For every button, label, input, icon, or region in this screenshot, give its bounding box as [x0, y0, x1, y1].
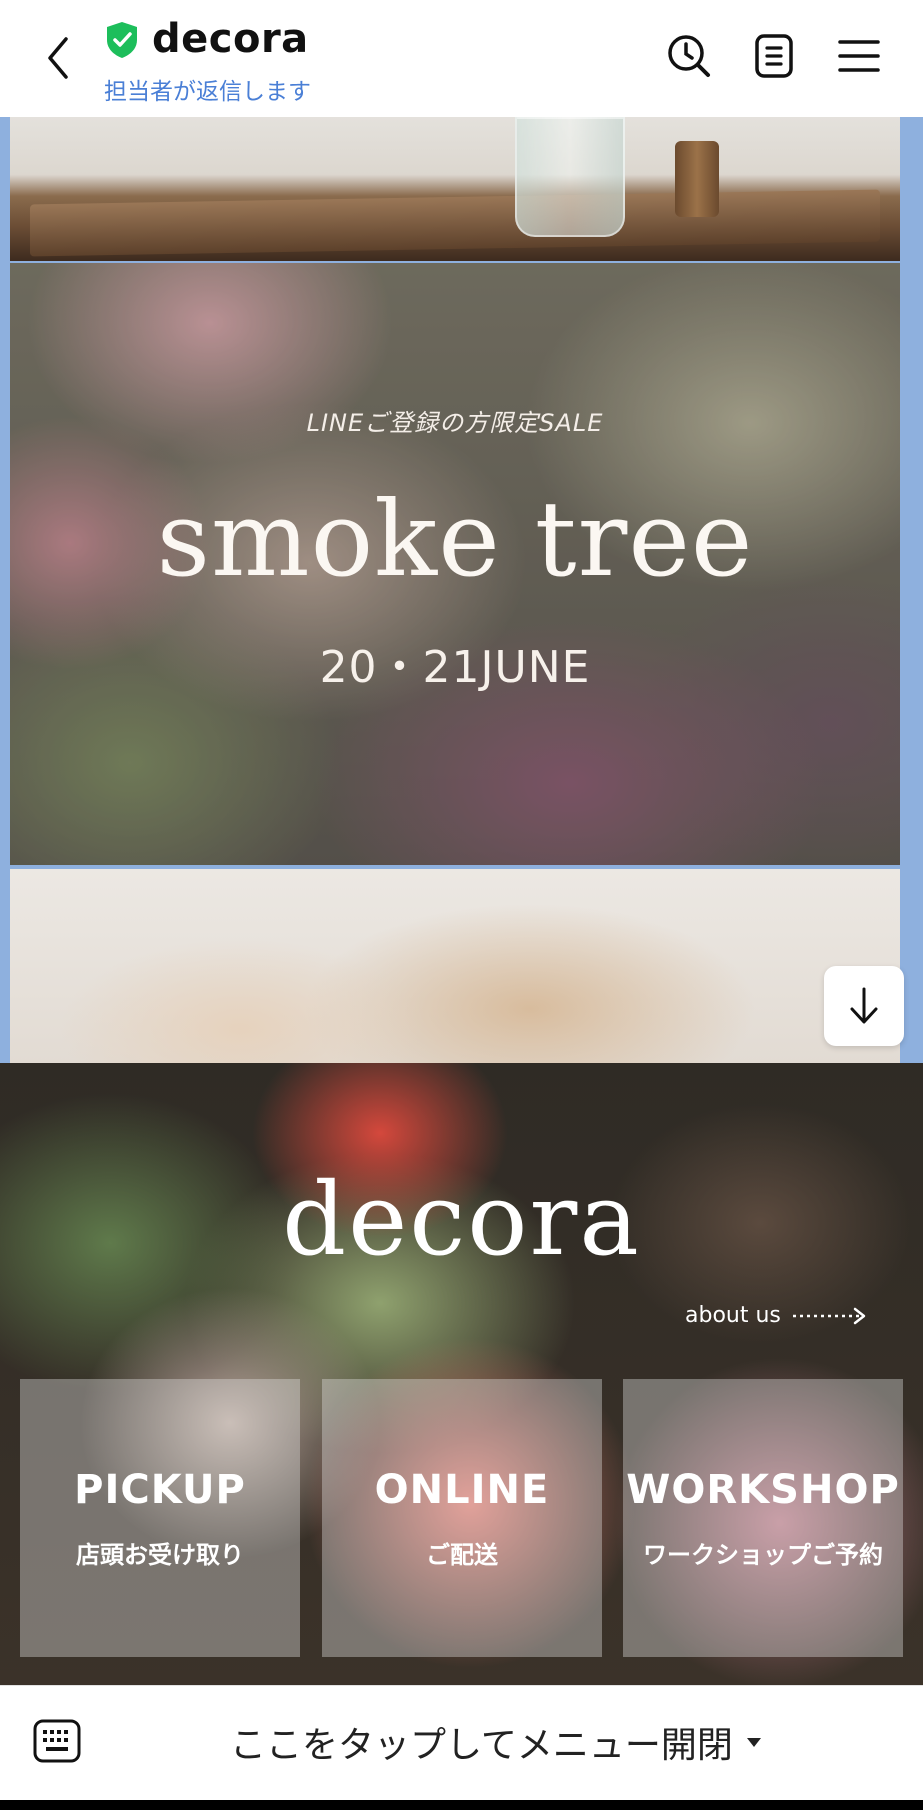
pickup-tile[interactable]: PICKUP 店頭お受け取り	[20, 1379, 300, 1657]
pickup-subtitle: 店頭お受け取り	[76, 1540, 244, 1569]
pickup-title: PICKUP	[74, 1466, 246, 1513]
dotted-arrow-icon	[792, 1307, 866, 1324]
caret-down-icon	[746, 1737, 761, 1747]
online-title: ONLINE	[374, 1466, 550, 1513]
rich-menu: decora about us PICKUP 店頭お受け取り ONLINE ご配…	[0, 1063, 923, 1685]
note-button[interactable]	[750, 32, 798, 80]
verified-shield-icon	[107, 22, 137, 58]
about-us-link[interactable]: about us	[685, 1303, 869, 1328]
rich-menu-logo: decora	[282, 1161, 641, 1278]
workshop-subtitle: ワークショップご予約	[643, 1540, 883, 1569]
line-chat-screen: decora 担当者が返信します LINEご登録の方限定SALE smoke t…	[0, 0, 923, 1810]
banner-title: smoke tree	[156, 478, 754, 600]
workshop-tile[interactable]: WORKSHOP ワークショップご予約	[623, 1379, 903, 1657]
menu-icon	[838, 40, 880, 72]
note-icon	[755, 34, 793, 78]
reply-status: 担当者が返信します	[104, 79, 311, 105]
glass-vase	[515, 117, 625, 237]
workshop-title: WORKSHOP	[626, 1466, 900, 1513]
keyboard-toggle-button[interactable]	[32, 1716, 82, 1766]
online-subtitle: ご配送	[426, 1540, 498, 1569]
sale-banner[interactable]: LINEご登録の方限定SALE smoke tree 20・21JUNE	[10, 263, 900, 865]
chat-area[interactable]: LINEご登録の方限定SALE smoke tree 20・21JUNE	[0, 117, 923, 1063]
arrow-down-icon	[850, 987, 878, 1024]
banner-subtitle: LINEご登録の方限定SALE	[306, 409, 604, 437]
keyboard-icon	[33, 1719, 81, 1763]
online-tile[interactable]: ONLINE ご配送	[322, 1379, 602, 1657]
banner-date: 20・21JUNE	[319, 642, 591, 693]
wooden-table	[30, 189, 880, 257]
back-button[interactable]	[38, 30, 78, 85]
history-search-icon	[668, 35, 710, 77]
system-nav-bar	[0, 1800, 923, 1810]
image-message[interactable]: LINEご登録の方限定SALE smoke tree 20・21JUNE	[10, 117, 900, 1063]
account-name[interactable]: decora	[152, 16, 309, 62]
chat-header: decora 担当者が返信します	[0, 0, 923, 117]
menu-button[interactable]	[835, 32, 883, 80]
scroll-to-bottom-button[interactable]	[824, 966, 904, 1046]
bottom-bar: ここをタップしてメニュー開閉	[0, 1685, 923, 1800]
table-photo	[10, 117, 900, 261]
back-icon	[48, 36, 68, 79]
smoke-tree-photo	[10, 869, 900, 1063]
history-search-button[interactable]	[665, 32, 713, 80]
about-us-label: about us	[685, 1303, 781, 1328]
menu-toggle[interactable]: ここをタップしてメニュー開閉	[230, 1714, 761, 1770]
menu-toggle-label: ここをタップしてメニュー開閉	[230, 1725, 733, 1766]
twine-spool	[675, 141, 719, 217]
